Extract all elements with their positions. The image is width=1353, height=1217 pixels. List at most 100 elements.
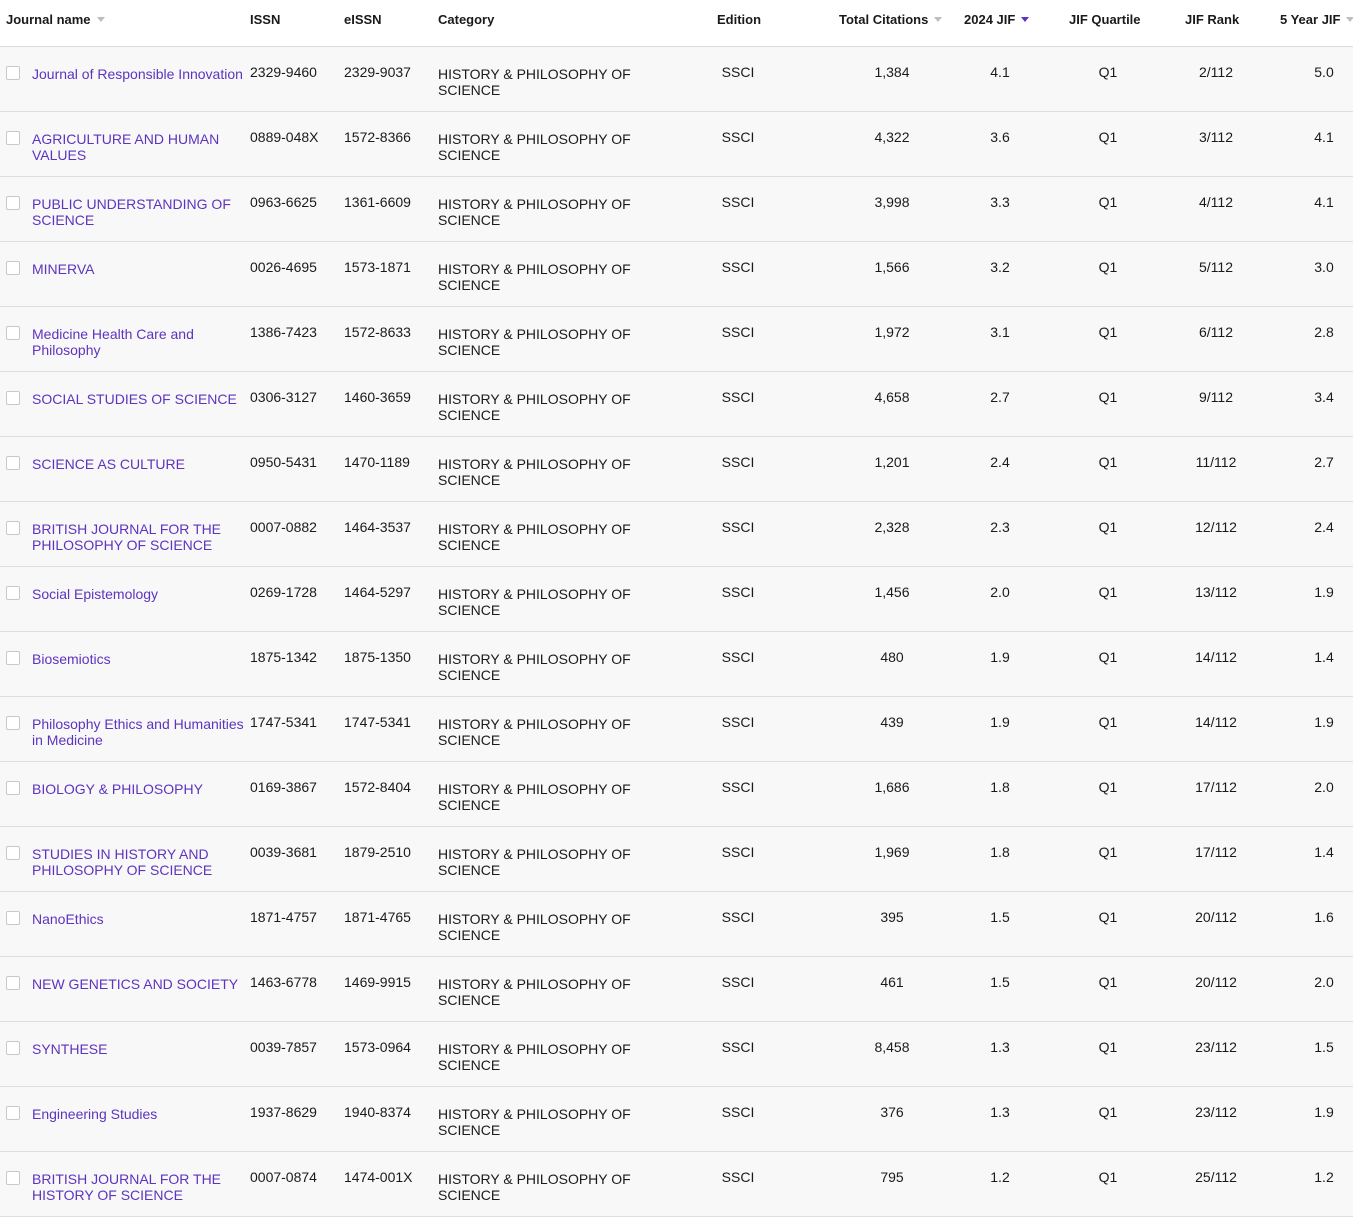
- total-citations-cell: 461: [880, 974, 904, 990]
- edition-cell: SSCI: [721, 714, 755, 730]
- jif-rank-cell: 25/112: [1195, 1169, 1237, 1185]
- five-year-jif-cell: 2.7: [1314, 454, 1334, 470]
- journal-name-link[interactable]: SCIENCE AS CULTURE: [32, 456, 254, 472]
- five-year-jif-cell: 2.0: [1314, 779, 1334, 795]
- edition-cell: SSCI: [721, 844, 755, 860]
- journal-name-link[interactable]: SOCIAL STUDIES OF SCIENCE: [32, 391, 254, 407]
- row-select-checkbox[interactable]: [6, 456, 20, 470]
- issn-cell: 0963-6625: [250, 194, 317, 210]
- row-select-checkbox[interactable]: [6, 1041, 20, 1055]
- journal-name-link[interactable]: STUDIES IN HISTORY AND PHILOSOPHY OF SCI…: [32, 846, 254, 878]
- total-citations-cell: 1,969: [874, 844, 910, 860]
- journal-name-link[interactable]: PUBLIC UNDERSTANDING OF SCIENCE: [32, 196, 254, 228]
- jif-cell: 1.8: [990, 779, 1010, 795]
- row-select-checkbox[interactable]: [6, 326, 20, 340]
- column-header-five-year-jif[interactable]: 5 Year JIF: [1280, 12, 1353, 27]
- edition-cell: SSCI: [721, 259, 755, 275]
- total-citations-cell: 4,658: [874, 389, 910, 405]
- journal-name-link[interactable]: Journal of Responsible Innovation: [32, 66, 254, 82]
- jif-cell: 3.2: [990, 259, 1010, 275]
- total-citations-cell: 1,201: [874, 454, 910, 470]
- jif-cell: 4.1: [990, 64, 1010, 80]
- total-citations-cell: 1,456: [874, 584, 910, 600]
- table-row: AGRICULTURE AND HUMAN VALUES 0889-048X 1…: [0, 112, 1353, 177]
- journal-name-link[interactable]: BRITISH JOURNAL FOR THE PHILOSOPHY OF SC…: [32, 521, 254, 553]
- journal-name-link[interactable]: Medicine Health Care and Philosophy: [32, 326, 254, 358]
- journal-name-link[interactable]: NEW GENETICS AND SOCIETY: [32, 976, 254, 992]
- issn-cell: 0007-0882: [250, 519, 317, 535]
- column-header-issn: ISSN: [250, 12, 280, 27]
- jif-cell: 2.0: [990, 584, 1010, 600]
- row-select-checkbox[interactable]: [6, 846, 20, 860]
- row-select-checkbox[interactable]: [6, 911, 20, 925]
- row-select-checkbox[interactable]: [6, 521, 20, 535]
- journal-name-link[interactable]: BRITISH JOURNAL FOR THE HISTORY OF SCIEN…: [32, 1171, 254, 1203]
- journal-name-link[interactable]: BIOLOGY & PHILOSOPHY: [32, 781, 254, 797]
- edition-cell: SSCI: [721, 129, 755, 145]
- five-year-jif-cell: 3.4: [1314, 389, 1334, 405]
- eissn-cell: 1879-2510: [344, 844, 411, 860]
- total-citations-cell: 395: [880, 909, 904, 925]
- jif-quartile-cell: Q1: [1098, 909, 1118, 925]
- eissn-cell: 1474-001X: [344, 1169, 413, 1185]
- table-row: Biosemiotics 1875-1342 1875-1350 HISTORY…: [0, 632, 1353, 697]
- issn-cell: 0306-3127: [250, 389, 317, 405]
- jif-quartile-cell: Q1: [1098, 324, 1118, 340]
- category-cell: HISTORY & PHILOSOPHY OF SCIENCE: [438, 1106, 631, 1138]
- table-row: Medicine Health Care and Philosophy 1386…: [0, 307, 1353, 372]
- five-year-jif-cell: 1.9: [1314, 1104, 1334, 1120]
- sort-arrow-icon[interactable]: [96, 17, 105, 23]
- row-select-checkbox[interactable]: [6, 651, 20, 665]
- category-cell: HISTORY & PHILOSOPHY OF SCIENCE: [438, 781, 631, 813]
- jif-rank-cell: 14/112: [1195, 649, 1237, 665]
- row-select-checkbox[interactable]: [6, 131, 20, 145]
- five-year-jif-cell: 2.8: [1314, 324, 1334, 340]
- column-header-label: JIF Rank: [1185, 12, 1240, 27]
- row-select-checkbox[interactable]: [6, 66, 20, 80]
- category-cell: HISTORY & PHILOSOPHY OF SCIENCE: [438, 651, 631, 683]
- jif-rank-cell: 23/112: [1195, 1104, 1237, 1120]
- row-select-checkbox[interactable]: [6, 196, 20, 210]
- sort-arrow-icon[interactable]: [934, 17, 943, 23]
- column-header-label: Category: [438, 12, 495, 27]
- jif-rank-cell: 6/112: [1199, 324, 1233, 340]
- row-select-checkbox[interactable]: [6, 391, 20, 405]
- table-row: NEW GENETICS AND SOCIETY 1463-6778 1469-…: [0, 957, 1353, 1022]
- row-select-checkbox[interactable]: [6, 261, 20, 275]
- row-select-checkbox[interactable]: [6, 586, 20, 600]
- journal-name-link[interactable]: Engineering Studies: [32, 1106, 254, 1122]
- column-header-journal-name[interactable]: Journal name: [6, 12, 105, 27]
- row-select-checkbox[interactable]: [6, 781, 20, 795]
- journal-name-link[interactable]: Philosophy Ethics and Humanities in Medi…: [32, 716, 254, 748]
- column-header-label: Edition: [717, 12, 762, 27]
- column-header-label: 2024 JIF: [964, 12, 1016, 27]
- row-select-checkbox[interactable]: [6, 716, 20, 730]
- journal-name-link[interactable]: MINERVA: [32, 261, 254, 277]
- row-select-checkbox[interactable]: [6, 1171, 20, 1185]
- column-header-2024-jif[interactable]: 2024 JIF: [964, 12, 1030, 27]
- jif-quartile-cell: Q1: [1098, 779, 1118, 795]
- issn-cell: 2329-9460: [250, 64, 317, 80]
- jif-rank-cell: 4/112: [1199, 194, 1233, 210]
- sort-arrow-icon[interactable]: [1346, 17, 1353, 23]
- jif-rank-cell: 13/112: [1195, 584, 1237, 600]
- category-cell: HISTORY & PHILOSOPHY OF SCIENCE: [438, 196, 631, 228]
- journal-name-link[interactable]: NanoEthics: [32, 911, 254, 927]
- journal-name-link[interactable]: Social Epistemology: [32, 586, 254, 602]
- five-year-jif-cell: 1.2: [1314, 1169, 1334, 1185]
- journal-name-link[interactable]: Biosemiotics: [32, 651, 254, 667]
- five-year-jif-cell: 5.0: [1314, 64, 1334, 80]
- five-year-jif-cell: 1.9: [1314, 584, 1334, 600]
- category-cell: HISTORY & PHILOSOPHY OF SCIENCE: [438, 976, 631, 1008]
- issn-cell: 0007-0874: [250, 1169, 317, 1185]
- row-select-checkbox[interactable]: [6, 1106, 20, 1120]
- row-select-checkbox[interactable]: [6, 976, 20, 990]
- journal-name-link[interactable]: SYNTHESE: [32, 1041, 254, 1057]
- sort-arrow-down-icon[interactable]: [1021, 17, 1030, 23]
- table-row: Journal of Responsible Innovation 2329-9…: [0, 47, 1353, 112]
- journal-name-link[interactable]: AGRICULTURE AND HUMAN VALUES: [32, 131, 254, 163]
- column-header-total-citations[interactable]: Total Citations: [839, 12, 943, 27]
- total-citations-cell: 1,972: [874, 324, 910, 340]
- table-header: Journal name ISSN eISSN Category Edition…: [0, 0, 1353, 47]
- table-row: Social Epistemology 0269-1728 1464-5297 …: [0, 567, 1353, 632]
